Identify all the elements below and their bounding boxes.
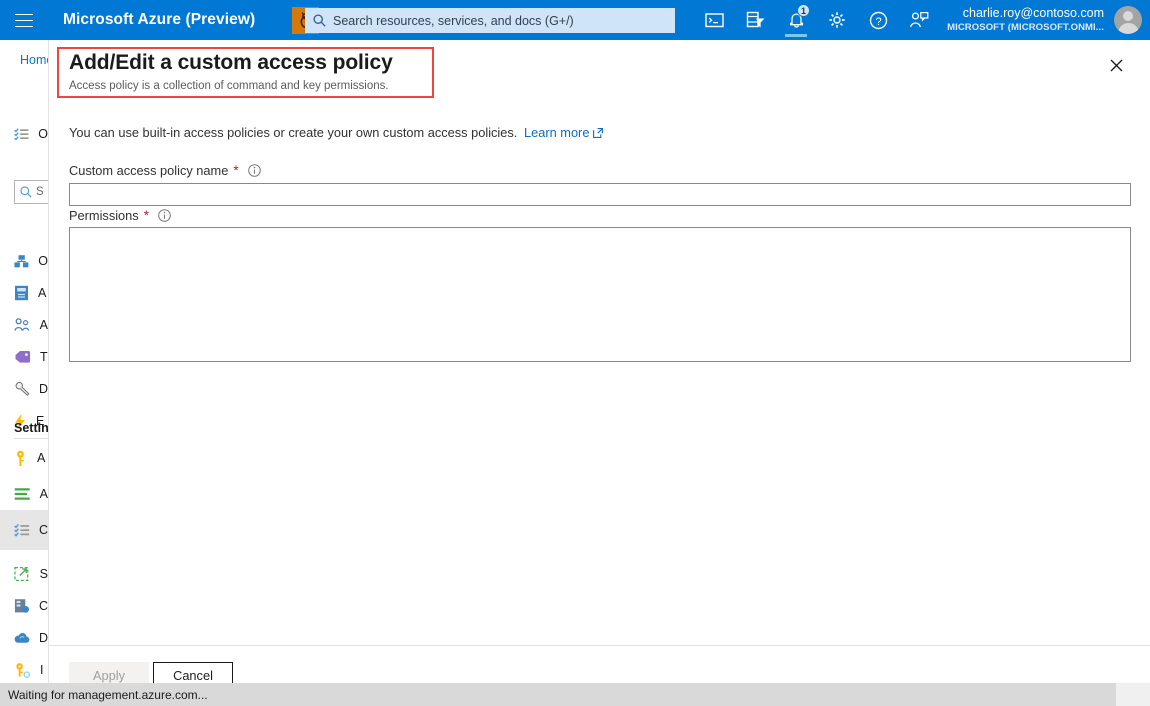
overview-list-icon — [14, 128, 29, 141]
sidebar-item-access-keys[interactable]: A — [0, 442, 48, 474]
permissions-label: Permissions * — [69, 208, 171, 223]
sidebar-item-cluster[interactable]: O — [0, 245, 48, 277]
avatar-body — [1117, 23, 1139, 34]
sidebar-item-label: I — [40, 663, 44, 677]
search-icon — [313, 14, 326, 27]
help-question-icon: ? — [869, 11, 887, 29]
access-control-users-icon — [14, 318, 30, 331]
permissions-textarea[interactable] — [69, 227, 1131, 362]
sidebar-item-label: C — [38, 523, 48, 537]
scrollbar-corner — [1116, 683, 1150, 706]
account-info[interactable]: charlie.roy@contoso.com MICROSOFT (MICRO… — [947, 0, 1104, 40]
sidebar-item-advanced-settings[interactable]: A — [0, 478, 48, 510]
global-search-input[interactable]: Search resources, services, and docs (G+… — [305, 8, 675, 33]
learn-more-link[interactable]: Learn more — [524, 125, 604, 140]
custom-access-policy-blade: Add/Edit a custom access policy Access p… — [48, 40, 1150, 688]
notifications-active-indicator — [785, 34, 807, 37]
sidebar-search-placeholder: S — [36, 186, 44, 198]
sidebar-section-title: Settin — [14, 421, 48, 435]
sidebar-item-label: O — [38, 254, 48, 268]
sidebar-item-overview-label: O — [38, 127, 48, 141]
sidebar-item-label: C — [38, 599, 48, 613]
sidebar-item-scale[interactable]: S — [0, 558, 48, 590]
learn-more-label: Learn more — [524, 125, 590, 140]
access-keys-key-icon — [17, 450, 24, 466]
account-email: charlie.roy@contoso.com — [962, 6, 1104, 20]
diagnose-wrench-icon — [15, 381, 30, 396]
blade-description: You can use built-in access policies or … — [69, 125, 518, 140]
notifications-button[interactable]: 1 — [776, 0, 816, 40]
sidebar-item-data-persistence[interactable]: D — [0, 622, 48, 654]
azure-brand-title[interactable]: Microsoft Azure (Preview) — [63, 11, 255, 29]
sidebar-item-overview[interactable]: O — [0, 118, 48, 150]
cluster-icon — [14, 254, 29, 267]
policy-name-label: Custom access policy name * — [69, 163, 261, 178]
search-icon — [20, 186, 32, 198]
browser-status-bar: Waiting for management.azure.com... — [0, 683, 1150, 706]
data-persistence-cloud-icon — [14, 632, 30, 643]
notifications-badge: 1 — [797, 4, 810, 17]
status-text: Waiting for management.azure.com... — [8, 687, 208, 702]
sidebar-item-label: A — [37, 451, 46, 465]
required-asterisk: * — [143, 207, 149, 223]
top-nav-icon-group: 1 ? — [694, 0, 939, 40]
global-search-placeholder: Search resources, services, and docs (G+… — [333, 13, 574, 28]
data-access-configuration-icon — [14, 523, 30, 537]
directories-subscriptions-icon — [746, 11, 764, 28]
page-title: Add/Edit a custom access policy — [69, 51, 393, 74]
breadcrumb[interactable]: Home — [20, 53, 48, 67]
hamburger-menu-button[interactable] — [0, 0, 48, 40]
cluster-server-icon — [14, 599, 30, 613]
sidebar-item-identity[interactable]: I — [0, 654, 48, 683]
advanced-settings-list-icon — [14, 488, 30, 500]
settings-gear-icon — [829, 12, 845, 28]
cloud-shell-icon — [704, 13, 724, 28]
policy-name-input[interactable] — [69, 183, 1131, 206]
sidebar-item-label: D — [38, 631, 48, 645]
info-circle-icon — [158, 209, 171, 222]
sidebar-item-label: T — [40, 350, 48, 364]
sidebar-divider — [14, 438, 48, 439]
account-tenant: MICROSOFT (MICROSOFT.ONMI... — [947, 22, 1104, 33]
tag-purple-icon — [15, 350, 31, 363]
sidebar-item-label: D — [38, 382, 48, 396]
sidebar-item-label: A — [39, 318, 48, 332]
sidebar-item-label: A — [38, 286, 47, 300]
external-link-icon — [593, 127, 604, 138]
scale-export-icon — [14, 566, 29, 582]
svg-text:?: ? — [875, 16, 881, 28]
required-asterisk: * — [233, 162, 239, 178]
top-navigation-bar: Microsoft Azure (Preview) Search resourc… — [0, 0, 1150, 40]
avatar[interactable] — [1114, 6, 1142, 34]
close-icon — [1110, 59, 1122, 71]
cloud-shell-button[interactable] — [694, 0, 734, 40]
sidebar-item-tags[interactable]: T — [0, 341, 48, 373]
avatar-head — [1123, 11, 1133, 21]
sidebar-item-access-control[interactable]: A — [0, 309, 48, 341]
feedback-button[interactable] — [899, 0, 939, 40]
sidebar-item-label: A — [39, 487, 48, 501]
info-circle-icon — [247, 164, 261, 177]
sidebar-item-diagnose[interactable]: D — [0, 373, 48, 405]
book-blue-icon — [15, 285, 28, 301]
directories-subscriptions-button[interactable] — [735, 0, 775, 40]
help-button[interactable]: ? — [858, 0, 898, 40]
sidebar-item-cluster-settings[interactable]: C — [0, 590, 48, 622]
close-button[interactable] — [1105, 54, 1127, 76]
policy-name-label-text: Custom access policy name — [69, 163, 229, 178]
footer-divider — [49, 645, 1150, 646]
permissions-info-button[interactable] — [158, 209, 171, 222]
sidebar-search-input[interactable]: S — [14, 180, 48, 204]
policy-name-info-button[interactable] — [247, 164, 261, 177]
permissions-label-text: Permissions — [69, 208, 139, 223]
identity-key-icon — [16, 662, 31, 678]
sidebar-item-data-access-configuration[interactable]: C — [0, 510, 48, 550]
sidebar-item-activity-log[interactable]: A — [0, 277, 48, 309]
resource-sidebar: Home O S — [0, 40, 48, 683]
hamburger-icon — [15, 13, 33, 27]
feedback-person-icon — [909, 12, 929, 28]
settings-button[interactable] — [817, 0, 857, 40]
page-subtitle: Access policy is a collection of command… — [69, 80, 389, 92]
sidebar-item-label: S — [39, 567, 48, 581]
